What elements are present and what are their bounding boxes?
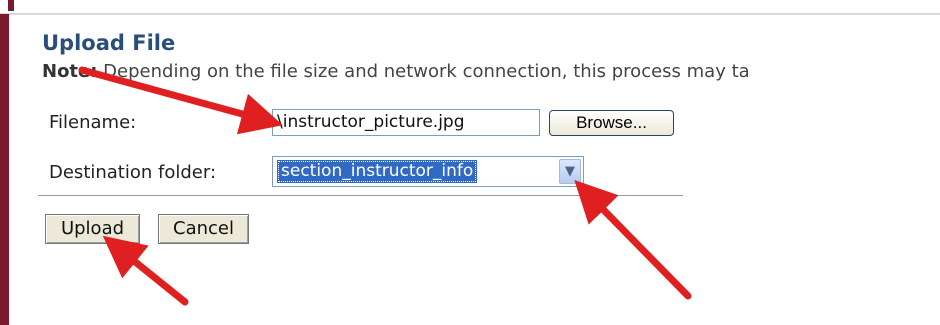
accent-bar — [0, 14, 9, 325]
filename-input[interactable]: \instructor_picture.jpg — [272, 109, 540, 136]
filename-label: Filename: — [49, 112, 137, 133]
cancel-button[interactable]: Cancel — [158, 214, 249, 244]
destination-folder-label: Destination folder: — [49, 162, 217, 183]
note-label: Note: — [42, 61, 98, 82]
upload-button[interactable]: Upload — [45, 214, 140, 244]
note-text: Depending on the file size and network c… — [97, 61, 750, 82]
destination-folder-value: section_instructor_info — [277, 160, 478, 183]
divider — [38, 195, 683, 196]
page-title: Upload File — [42, 31, 176, 55]
destination-folder-select[interactable]: section_instructor_info ▼ — [272, 156, 584, 187]
arrow-icon — [102, 235, 189, 306]
top-rule — [0, 0, 940, 15]
chevron-down-icon[interactable]: ▼ — [559, 159, 581, 184]
accent-tab — [8, 0, 14, 11]
upload-note: Note: Depending on the file size and net… — [42, 61, 750, 82]
browse-button[interactable]: Browse... — [549, 110, 674, 136]
arrow-icon — [574, 180, 692, 300]
